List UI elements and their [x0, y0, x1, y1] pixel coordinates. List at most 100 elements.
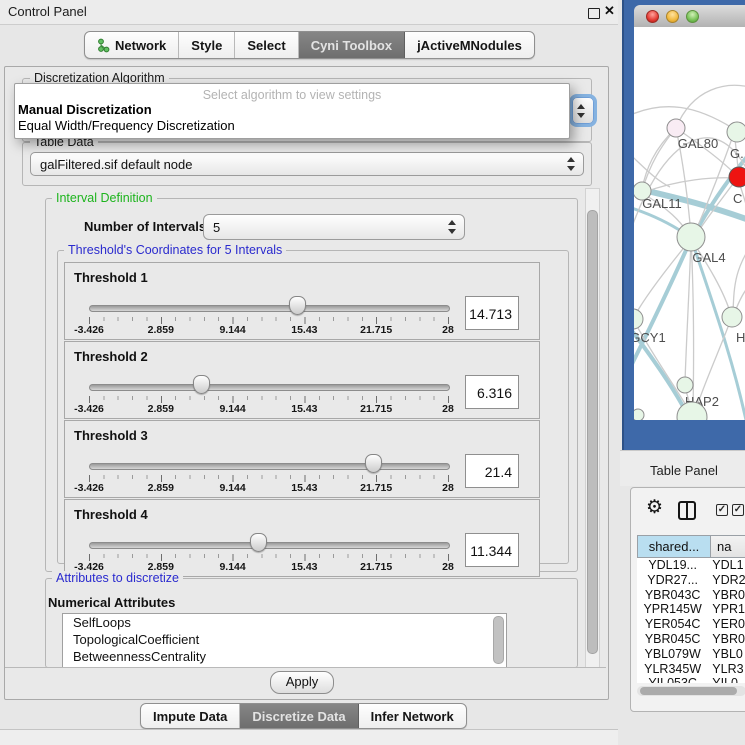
network-view-canvas[interactable]: GAL80G.CGAL11GAL4GCY1HHAP2	[634, 27, 745, 420]
apply-button[interactable]: Apply	[270, 671, 334, 694]
table-cell: YER0	[708, 617, 745, 632]
network-node[interactable]	[634, 409, 644, 420]
mode-tab-impute-data[interactable]: Impute Data	[141, 704, 240, 728]
slider-tick-label: 9.144	[219, 403, 245, 415]
unselect-all-checkbox-icon[interactable]: ✓	[732, 504, 744, 516]
close-icon[interactable]: ✕	[604, 3, 615, 19]
viewport-divider	[5, 667, 606, 668]
network-node-h[interactable]	[722, 307, 742, 327]
threshold-value-field[interactable]: 21.4	[465, 454, 519, 488]
threshold-value-field[interactable]: 6.316	[465, 375, 519, 409]
threshold-label: Threshold 4	[74, 507, 148, 522]
column-header-shared-name[interactable]: shared...	[637, 535, 711, 558]
table-data-combobox-value: galFiltered.sif default node	[40, 157, 192, 172]
gear-icon[interactable]: ⚙	[646, 498, 663, 517]
network-node-label: GCY1	[634, 330, 666, 345]
zoom-traffic-light-icon[interactable]	[686, 10, 699, 23]
network-window-titlebar[interactable]	[634, 5, 745, 28]
network-edge[interactable]	[738, 179, 745, 241]
split-columns-icon[interactable]	[678, 501, 696, 520]
slider-tick-label: -3.426	[74, 482, 104, 494]
network-icon	[97, 38, 110, 53]
number-of-intervals-combobox[interactable]: 5	[203, 214, 465, 240]
slider-thumb[interactable]	[289, 296, 306, 315]
attribute-list-item[interactable]: SelfLoops	[63, 614, 506, 631]
stepper-arrows-icon	[577, 104, 586, 118]
tab-network[interactable]: Network	[85, 32, 179, 58]
slider-thumb[interactable]	[193, 375, 210, 394]
table-cell: YDL1	[708, 558, 745, 573]
network-node-gal4[interactable]	[677, 223, 705, 251]
slider-track[interactable]	[89, 542, 450, 549]
network-edge[interactable]	[685, 239, 691, 383]
slider-tick-label: 21.715	[360, 561, 392, 573]
table-row[interactable]: YBL079WYBL0	[637, 647, 745, 662]
select-all-checkbox-icon[interactable]: ✓	[716, 504, 728, 516]
attribute-list-item[interactable]: TopologicalCoefficient	[63, 631, 506, 648]
tab-style[interactable]: Style	[179, 32, 235, 58]
network-node-label: C	[733, 191, 742, 206]
table-row[interactable]: YIL053CYIL0	[637, 676, 745, 683]
threshold-value-field[interactable]: 14.713	[465, 296, 519, 330]
tab-label: jActiveMNodules	[417, 38, 522, 53]
number-of-intervals-value: 5	[213, 220, 220, 235]
window-bottom-strip	[0, 730, 618, 745]
table-data-combobox[interactable]: galFiltered.sif default node	[30, 152, 584, 176]
slider-tick-label: 15.43	[291, 561, 317, 573]
network-edge[interactable]	[676, 85, 745, 128]
float-window-icon[interactable]	[588, 8, 600, 19]
table-hscrollbar-track[interactable]	[637, 686, 745, 696]
table-row[interactable]: YDR27...YDR2	[637, 573, 745, 588]
network-edge-highlighted[interactable]	[634, 239, 691, 372]
table-hscrollbar-thumb[interactable]	[640, 687, 737, 695]
mode-tab-label: Discretize Data	[252, 709, 345, 724]
number-of-intervals-label: Number of Intervals	[84, 219, 206, 234]
numerical-attributes-list[interactable]: SelfLoopsTopologicalCoefficientBetweenne…	[62, 613, 507, 668]
network-node-gcy1[interactable]	[634, 309, 643, 329]
table-row[interactable]: YPR145WYPR1	[637, 602, 745, 617]
table-row[interactable]: YER054CYER0	[637, 617, 745, 632]
slider-track[interactable]	[89, 305, 450, 312]
network-node-c[interactable]	[729, 167, 745, 187]
slider-tick-label: 2.859	[148, 403, 174, 415]
slider-track[interactable]	[89, 384, 450, 391]
table-row[interactable]: YBR045CYBR0	[637, 632, 745, 647]
mode-tab-discretize-data[interactable]: Discretize Data	[240, 704, 358, 728]
network-edge[interactable]	[642, 130, 674, 191]
threshold-slider-row: Threshold 3 21.4 -3.4262.8599.14415.4321…	[64, 420, 540, 498]
minimize-traffic-light-icon[interactable]	[666, 10, 679, 23]
threshold-value-field[interactable]: 11.344	[465, 533, 519, 567]
thresholds-group-title: Threshold's Coordinates for 5 Intervals	[64, 243, 286, 257]
network-node-g[interactable]	[727, 122, 745, 142]
table-row[interactable]: YDL19...YDL1	[637, 558, 745, 573]
table-cell: YIL0	[708, 676, 745, 683]
network-node-gal80[interactable]	[667, 119, 685, 137]
column-header-name[interactable]: na	[711, 535, 745, 558]
attribute-list-item[interactable]: BetweennessCentrality	[63, 648, 506, 665]
table-row[interactable]: YBR043CYBR0	[637, 588, 745, 603]
mode-tab-infer-network[interactable]: Infer Network	[359, 704, 466, 728]
tab-cyni-toolbox[interactable]: Cyni Toolbox	[299, 32, 405, 58]
slider-thumb[interactable]	[250, 533, 267, 552]
table-cell: YLR3	[708, 662, 745, 677]
tab-jactivemnodules[interactable]: jActiveMNodules	[405, 32, 534, 58]
network-node-hap2[interactable]	[677, 377, 693, 393]
table-cell: YBL079W	[637, 647, 708, 662]
close-traffic-light-icon[interactable]	[646, 10, 659, 23]
attributes-list-scrollbar[interactable]	[493, 616, 504, 664]
algorithm-combo-stepper[interactable]	[572, 97, 594, 124]
slider-major-ticks	[89, 317, 449, 324]
control-panel-tab-bar: Network Style SelectCyni Toolbox jActiveMNo…	[84, 31, 535, 59]
tab-select[interactable]: Select	[235, 32, 298, 58]
table-cell: YDL19...	[637, 558, 708, 573]
algorithm-option[interactable]: Manual Discretization	[18, 102, 152, 117]
algorithm-option[interactable]: Equal Width/Frequency Discretization	[18, 118, 235, 133]
tab-label: Style	[191, 38, 222, 53]
threshold-slider-row: Threshold 1 14.713 -3.4262.8599.14415.43…	[64, 262, 540, 340]
slider-tick-label: 15.43	[291, 324, 317, 336]
slider-track[interactable]	[89, 463, 450, 470]
network-edge[interactable]	[634, 147, 670, 187]
table-row[interactable]: YLR345WYLR3	[637, 662, 745, 677]
settings-scrollbar-thumb[interactable]	[587, 210, 598, 654]
slider-thumb[interactable]	[365, 454, 382, 473]
